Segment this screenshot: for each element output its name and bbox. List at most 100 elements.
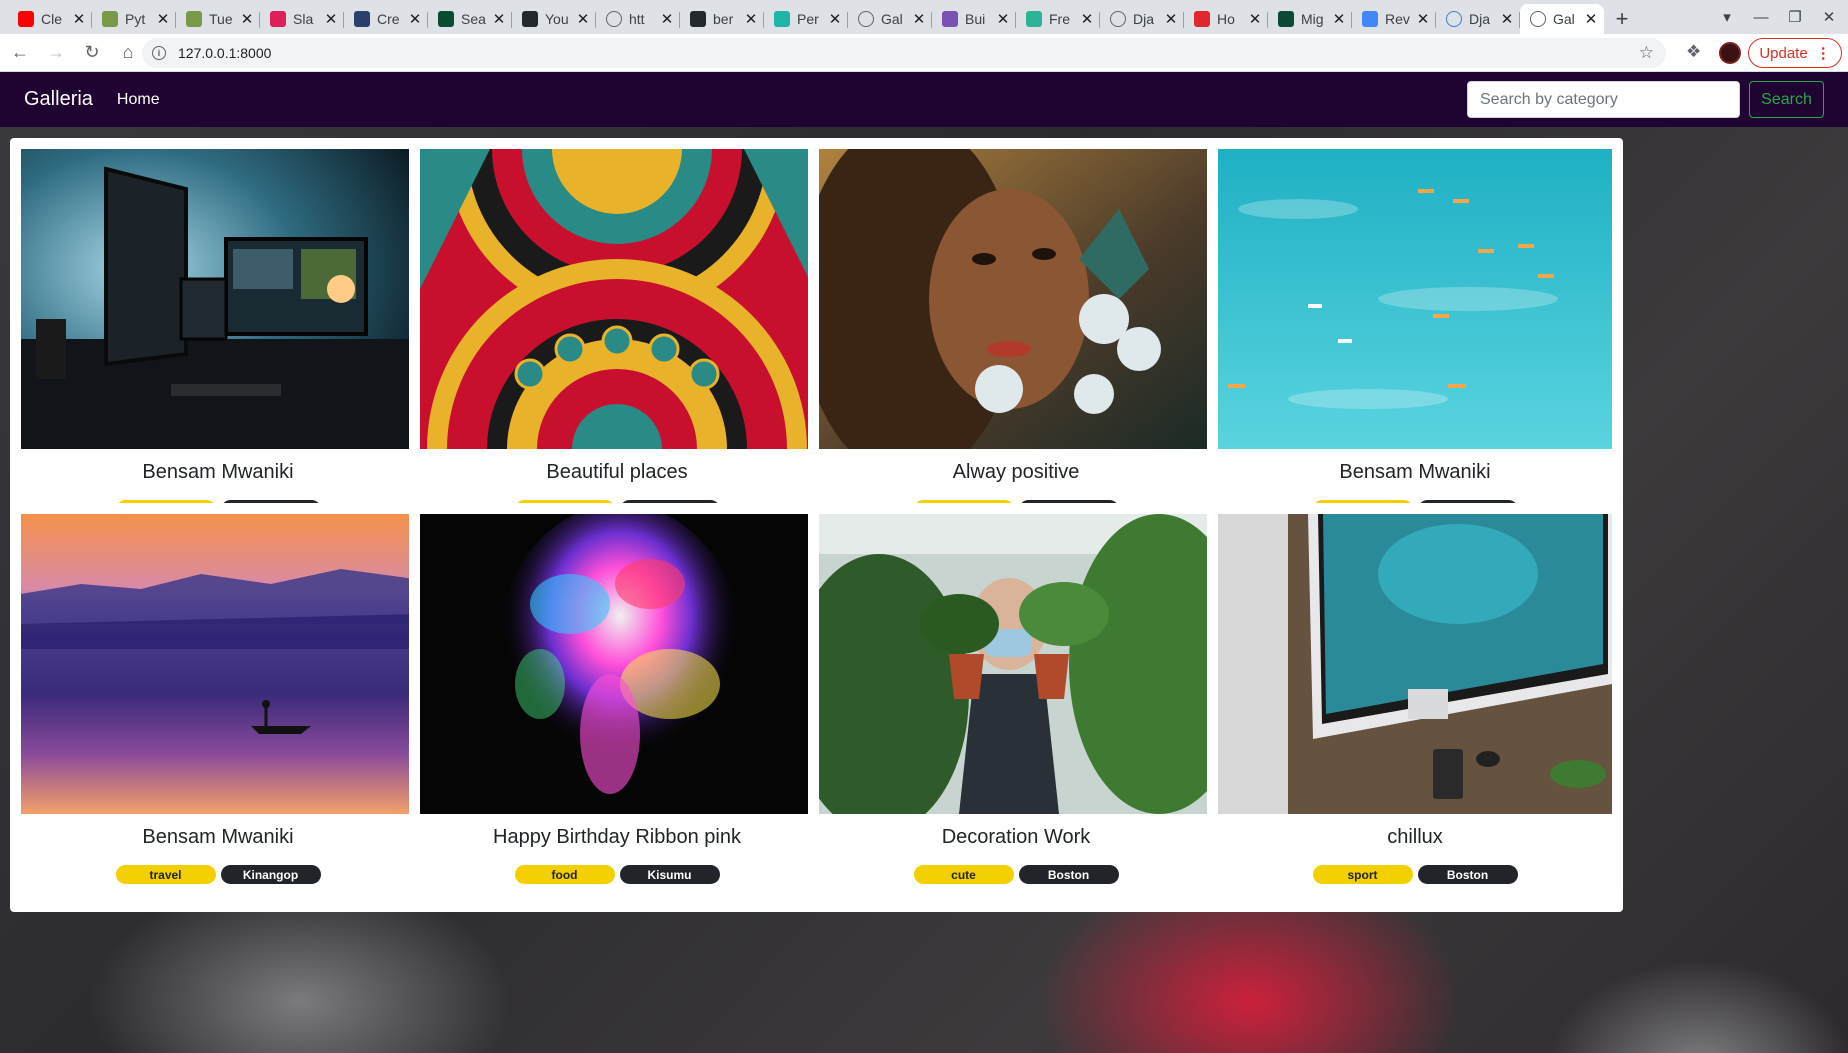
tab-close-icon[interactable]: ✕ — [660, 10, 674, 28]
search-input[interactable] — [1467, 81, 1740, 118]
card-title: Decoration Work — [941, 826, 1091, 848]
tab-close-icon[interactable]: ✕ — [1332, 10, 1346, 28]
browser-tab[interactable]: Mig ✕ — [1268, 4, 1352, 34]
extensions-puzzle-icon[interactable]: ❖ — [1686, 42, 1701, 62]
desk-monitors-photo[interactable] — [21, 149, 415, 449]
neon-face-photo[interactable] — [420, 514, 814, 814]
card-title: Beautiful places — [546, 461, 688, 483]
tab-close-icon[interactable]: ✕ — [492, 10, 506, 28]
update-label: Update — [1759, 44, 1808, 62]
browser-tab[interactable]: Fre ✕ — [1016, 4, 1100, 34]
tab-title: ber — [713, 11, 734, 27]
gallery-card[interactable]: Alway positivefoodMombasa — [808, 138, 1224, 547]
gallery-card[interactable]: Happy Birthday Ribbon pink food Kisumu — [409, 503, 825, 912]
sunset-lake-photo[interactable] — [21, 514, 415, 814]
browser-tab[interactable]: Bui ✕ — [932, 4, 1016, 34]
card-title: Alway positive — [952, 461, 1080, 483]
browser-tab[interactable]: Rev ✕ — [1352, 4, 1436, 34]
browser-tab[interactable]: You ✕ — [512, 4, 596, 34]
tab-close-icon[interactable]: ✕ — [72, 10, 86, 28]
tab-close-icon[interactable]: ✕ — [576, 10, 590, 28]
new-tab-plus-icon[interactable]: + — [1604, 4, 1640, 34]
browser-tab[interactable]: Dja ✕ — [1100, 4, 1184, 34]
browser-tab[interactable]: ber ✕ — [680, 4, 764, 34]
search-button[interactable]: Search — [1749, 81, 1824, 118]
gallery-card[interactable]: chillux sport Boston — [1207, 503, 1623, 912]
brand-link[interactable]: Galleria — [24, 88, 93, 111]
tab-close-icon[interactable]: ✕ — [324, 10, 338, 28]
nav-home-link[interactable]: Home — [117, 91, 160, 109]
tab-close-icon[interactable]: ✕ — [1584, 10, 1598, 28]
tab-close-icon[interactable]: ✕ — [912, 10, 926, 28]
browser-tab[interactable]: Sea ✕ — [428, 4, 512, 34]
gallery-card[interactable]: Bensam Mwanikibennairobi — [10, 138, 426, 547]
tab-title: Fre — [1049, 11, 1070, 27]
browser-tab[interactable]: Pyt ✕ — [92, 4, 176, 34]
back-arrow-icon[interactable]: ← — [4, 37, 36, 69]
browser-tab[interactable]: htt ✕ — [596, 4, 680, 34]
home-icon[interactable]: ⌂ — [112, 37, 144, 69]
django-icon — [438, 11, 454, 27]
bookmark-star-icon[interactable]: ☆ — [1639, 43, 1654, 63]
tab-title: Rev — [1385, 11, 1410, 27]
location-badge: Kisumu — [619, 865, 720, 884]
browser-tab[interactable]: Ho ✕ — [1184, 4, 1268, 34]
tab-close-icon[interactable]: ✕ — [996, 10, 1010, 28]
woman-flowers-photo[interactable] — [819, 149, 1213, 449]
tab-close-icon[interactable]: ✕ — [156, 10, 170, 28]
tab-close-icon[interactable]: ✕ — [1248, 10, 1262, 28]
minimize-icon[interactable]: — — [1744, 9, 1778, 26]
profile-avatar[interactable] — [1719, 42, 1741, 64]
category-badge: food — [514, 865, 615, 884]
d-icon — [1026, 11, 1042, 27]
tab-search-chevron-icon[interactable]: ▾ — [1710, 8, 1744, 26]
browser-tab[interactable]: Gal ✕ — [848, 4, 932, 34]
tab-close-icon[interactable]: ✕ — [240, 10, 254, 28]
ocean-surfers-photo[interactable] — [1218, 149, 1612, 449]
browser-tab[interactable]: Tue ✕ — [176, 4, 260, 34]
tab-close-icon[interactable]: ✕ — [1416, 10, 1430, 28]
card-tags: sport Boston — [1207, 865, 1623, 884]
location-badge: Kinangop — [220, 865, 321, 884]
card-title: chillux — [1387, 826, 1443, 848]
site-navbar: Galleria Home Search — [0, 72, 1848, 127]
github-icon — [690, 11, 706, 27]
tab-close-icon[interactable]: ✕ — [1164, 10, 1178, 28]
card-title: Bensam Mwaniki — [1339, 461, 1491, 483]
address-url[interactable]: 127.0.0.1:8000 — [178, 45, 271, 61]
close-window-icon[interactable]: ✕ — [1812, 8, 1846, 26]
palm-icon — [102, 11, 118, 27]
tab-close-icon[interactable]: ✕ — [744, 10, 758, 28]
gallery-card[interactable]: Beautiful placestravelKinangop — [409, 138, 825, 547]
address-bar[interactable]: i 127.0.0.1:8000 ☆ — [142, 38, 1666, 68]
card-tags: travelKinangop — [10, 865, 426, 884]
browser-tab[interactable]: Dja ✕ — [1436, 4, 1520, 34]
tab-close-icon[interactable]: ✕ — [1080, 10, 1094, 28]
forward-arrow-icon[interactable]: → — [40, 37, 72, 69]
update-button[interactable]: Update ⋮ — [1748, 38, 1842, 68]
gallery-card[interactable]: Decoration Work cute Boston — [808, 503, 1224, 912]
gallery-card[interactable]: Bensam Mwaniki travel Kinangop — [10, 503, 426, 912]
category-badge: travel — [115, 865, 216, 884]
card-tags: cute Boston — [808, 865, 1224, 884]
tab-close-icon[interactable]: ✕ — [1500, 10, 1514, 28]
plants-mask-photo[interactable] — [819, 514, 1213, 814]
maximize-icon[interactable]: ❐ — [1778, 8, 1812, 26]
page-viewport: Galleria Home Search Bensam Mwanikibenna… — [0, 72, 1848, 1053]
tab-close-icon[interactable]: ✕ — [408, 10, 422, 28]
browser-tab[interactable]: Cre ✕ — [344, 4, 428, 34]
browser-tab[interactable]: Gal ✕ — [1520, 4, 1604, 34]
browser-tab[interactable]: Per ✕ — [764, 4, 848, 34]
african-pattern-photo[interactable] — [420, 149, 814, 449]
browser-tab[interactable]: Cle ✕ — [8, 4, 92, 34]
tab-close-icon[interactable]: ✕ — [828, 10, 842, 28]
gallery-card[interactable]: Bensam MwanikitravelMombasa — [1207, 138, 1623, 547]
x-icon — [774, 11, 790, 27]
imac-desk-photo[interactable] — [1218, 514, 1612, 814]
palm-icon — [186, 11, 202, 27]
tab-title: Gal — [1553, 11, 1575, 27]
github-icon — [522, 11, 538, 27]
browser-tab[interactable]: Sla ✕ — [260, 4, 344, 34]
reload-icon[interactable]: ↻ — [76, 37, 108, 69]
site-info-icon[interactable]: i — [152, 46, 166, 60]
